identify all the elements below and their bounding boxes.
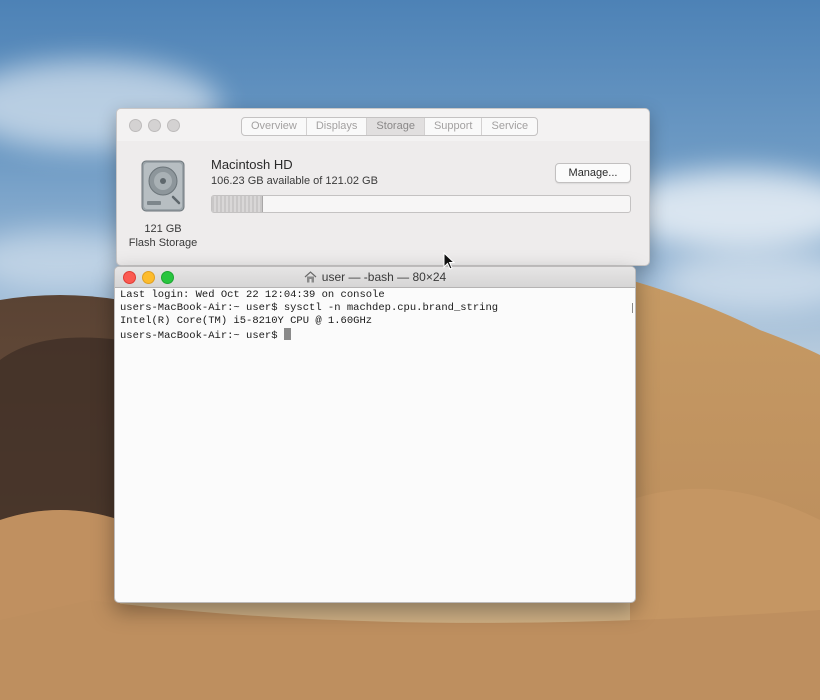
terminal-output[interactable]: Last login: Wed Oct 22 12:04:39 on conso… [120,289,625,342]
mouse-pointer-icon [443,252,455,270]
tab-displays[interactable]: Displays [307,118,368,135]
terminal-window: user — -bash — 80×24 Last login: Wed Oct… [114,266,636,603]
tab-service[interactable]: Service [482,118,537,135]
storage-window: Overview Displays Storage Support Servic… [116,108,650,266]
text-cursor [283,328,291,340]
home-icon [304,271,317,283]
zoom-button[interactable] [167,119,180,132]
tab-bar: Overview Displays Storage Support Servic… [241,117,539,136]
disk-available-text: 106.23 GB available of 121.02 GB [211,175,378,187]
manage-button[interactable]: Manage... [555,163,631,183]
disk-name: Macintosh HD [211,157,293,172]
tab-support[interactable]: Support [425,118,483,135]
scrollbar[interactable] [630,303,633,313]
hard-drive-icon [141,160,185,212]
tab-storage[interactable]: Storage [367,118,425,135]
tab-overview[interactable]: Overview [242,118,307,135]
disk-capacity-label: 121 GB [144,223,182,235]
terminal-titlebar: user — -bash — 80×24 [115,267,635,288]
terminal-prompt: users-MacBook-Air:~ user$ [120,330,284,342]
minimize-button[interactable] [148,119,161,132]
storage-used-segment [212,196,264,212]
storage-titlebar: Overview Displays Storage Support Servic… [117,109,649,141]
terminal-line: Intel(R) Core(TM) i5-8210Y CPU @ 1.60GHz [120,315,373,327]
terminal-line: Last login: Wed Oct 22 12:04:39 on conso… [120,289,385,301]
terminal-title-text: user — -bash — 80×24 [321,270,447,284]
terminal-title: user — -bash — 80×24 [115,267,635,287]
terminal-prompt-line: users-MacBook-Air:~ user$ [120,328,625,342]
terminal-line: users-MacBook-Air:~ user$ sysctl -n mach… [120,302,499,314]
disk-type-label: Flash Storage [128,237,198,249]
storage-usage-bar [211,195,631,213]
close-button[interactable] [129,119,142,132]
